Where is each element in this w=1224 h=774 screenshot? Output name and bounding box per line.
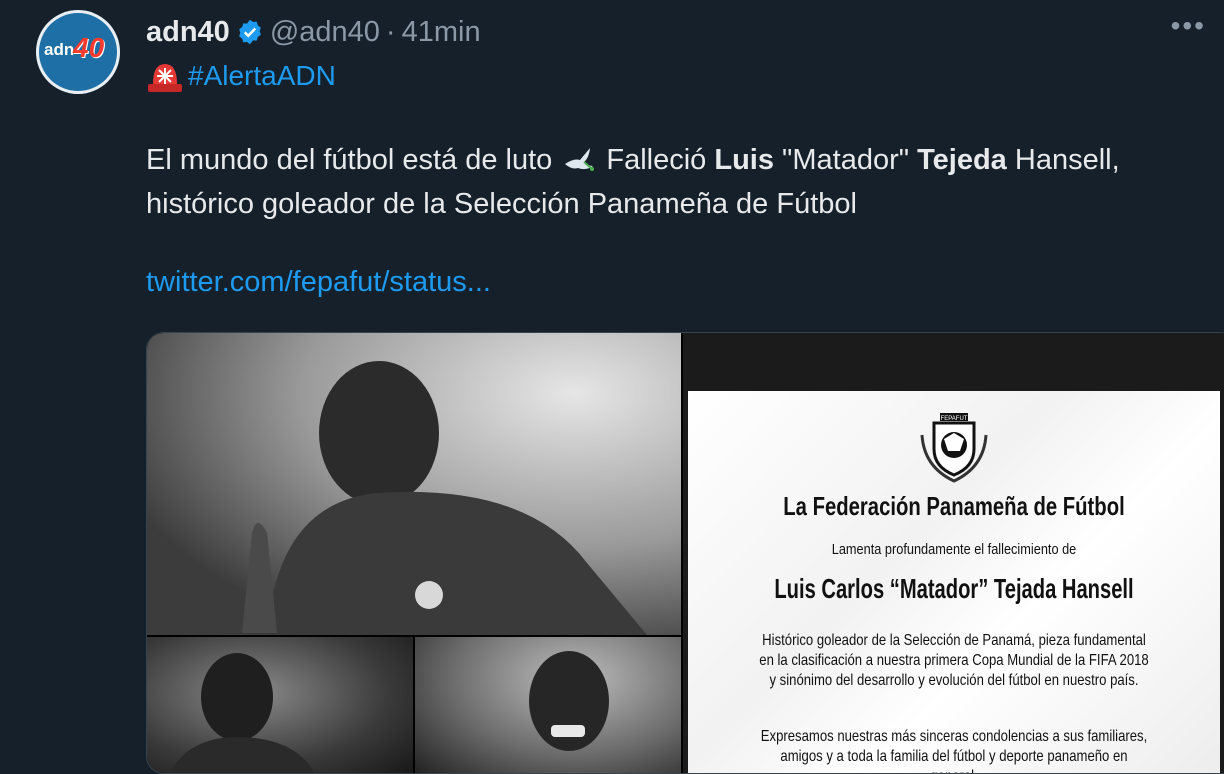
avatar[interactable]: adn 40 [36,10,120,94]
hashtag-line: #AlertaADN [146,58,336,94]
player-photo-secondary-2[interactable] [415,637,681,773]
text-segment: "Matador" [774,144,918,176]
svg-text:FEPAFUT: FEPAFUT [941,416,968,422]
author-handle[interactable]: @adn40 [270,16,380,49]
text-segment: Falleció [598,144,715,176]
text-segment: Hansell, [1006,144,1120,176]
tweet-text-line-2: histórico goleador de la Selección Panam… [146,188,857,220]
more-options-icon[interactable]: ••• [1171,10,1206,42]
tweet-header: adn40 @adn40 · 41min [146,12,481,52]
author-name[interactable]: adn40 [146,16,230,49]
tweet-text-line-1: El mundo del fútbol está de luto Falleci… [146,138,1224,182]
biography-text: Histórico goleador de la Selección de Pa… [759,632,1149,689]
text-bold-first-name: Luis [714,144,774,176]
deceased-name: Luis Carlos “Matador” Tejada Hansell [774,573,1134,604]
condolence-card[interactable]: FEPAFUT La Federación Panameña de Fútbol… [683,333,1224,773]
condolences-text: Expresamos nuestras más sinceras condole… [760,728,1148,773]
external-link[interactable]: twitter.com/fepafut/status... [146,266,491,299]
media-grid[interactable]: FEPAFUT La Federación Panameña de Fútbol… [146,332,1224,774]
text-bold-surname: Tejeda [917,144,1007,176]
fepafut-crest-logo: FEPAFUT [920,413,988,483]
text-segment: El mundo del fútbol está de luto [146,144,561,176]
siren-emoji-icon [146,58,184,94]
player-photo-main[interactable] [147,333,681,635]
condolence-card-paper: FEPAFUT La Federación Panameña de Fútbol… [688,391,1220,773]
player-silhouette-small [169,653,315,773]
tweet-timestamp[interactable]: 41min [402,16,481,49]
lament-text: Lamenta profundamente el fallecimiento d… [831,541,1077,558]
player-silhouette-smile [529,651,609,751]
player-photo-secondary-1[interactable] [147,637,413,773]
avatar-brand-number: 40 [73,32,105,63]
verified-badge-icon [236,18,264,46]
avatar-brand-text: adn [44,40,75,59]
player-silhouette [242,361,647,635]
federation-title: La Federación Panameña de Fútbol [783,491,1125,521]
header-separator: · [385,15,396,48]
hashtag-link[interactable]: #AlertaADN [188,60,336,92]
tweet-text: El mundo del fútbol está de luto Falleci… [146,138,1224,226]
dove-emoji-icon [562,144,596,174]
